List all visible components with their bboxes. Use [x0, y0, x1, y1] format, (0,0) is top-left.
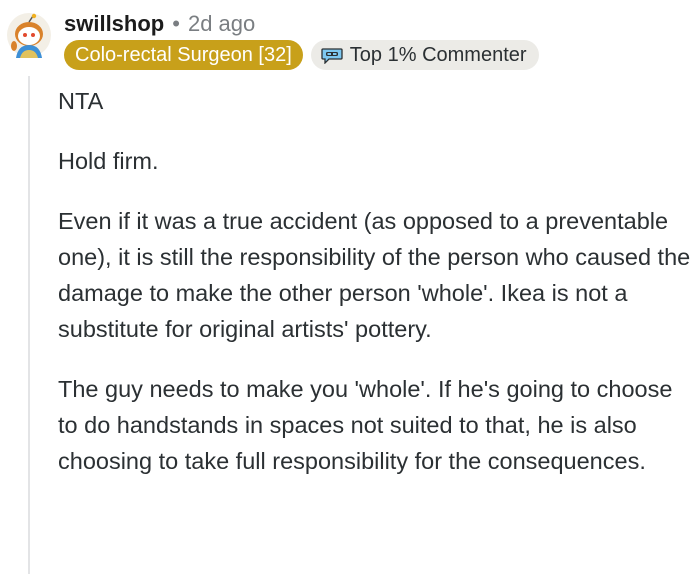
thread-line[interactable] [28, 76, 30, 574]
user-flair[interactable]: Colo-rectal Surgeon [32] [64, 39, 303, 70]
comment-paragraph: Hold firm. [58, 148, 159, 174]
username[interactable]: swillshop [64, 11, 164, 37]
comment-paragraph: Even if it was a true accident (as oppos… [58, 208, 691, 342]
timestamp[interactable]: 2d ago [188, 11, 255, 37]
comment: swillshop • 2d ago Colo-rectal Surgeon [… [0, 0, 700, 574]
top-commenter-label: Top 1% Commenter [349, 43, 527, 66]
comment-body: NTA Hold firm. Even if it was a true acc… [58, 83, 694, 503]
top-commenter-badge[interactable]: Top 1% Commenter [310, 39, 539, 70]
badge-row: Colo-rectal Surgeon [32] Top 1% Commente… [64, 39, 539, 70]
comment-header: swillshop • 2d ago [64, 9, 255, 39]
user-avatar[interactable] [6, 12, 52, 58]
top-commenter-icon [321, 47, 343, 64]
comment-paragraph: The guy needs to make you 'whole'. If he… [58, 376, 673, 474]
separator-dot: • [172, 11, 180, 36]
snoo-avatar-icon [7, 13, 51, 58]
comment-paragraph: NTA [58, 88, 104, 114]
